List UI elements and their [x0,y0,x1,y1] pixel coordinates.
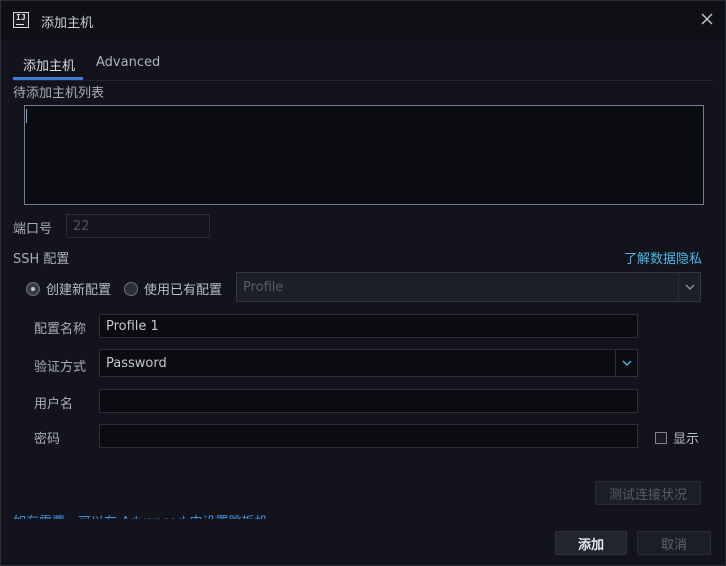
profile-select-value: Profile [243,279,284,295]
username-label: 用户名 [34,397,74,412]
text-caret [26,109,27,123]
port-label: 端口号 [13,222,53,237]
show-password-checkbox[interactable]: 显示 [655,428,699,447]
advanced-hint-text: 如有需要，可以在 Advanced 中设置跳板机 [13,511,267,519]
add-button[interactable]: 添加 [555,531,627,555]
chevron-down-icon [615,350,637,376]
privacy-link[interactable]: 了解数据隐私 [624,248,702,267]
auth-method-value: Password [106,355,167,371]
show-password-label: 显示 [673,432,700,447]
app-logo-text: IJ [16,13,26,22]
port-placeholder: 22 [73,218,90,234]
auth-method-label: 验证方式 [34,360,87,375]
ssh-section-label: SSH 配置 [13,252,70,267]
radio-checked-icon [26,281,40,296]
config-name-input[interactable]: Profile 1 [99,314,638,338]
hosts-textarea[interactable] [24,105,704,205]
chevron-down-icon [678,273,700,301]
port-input[interactable]: 22 [66,214,210,238]
radio-new-config[interactable]: 创建新配置 [26,279,111,298]
hosts-label: 待添加主机列表 [13,86,105,101]
app-logo-icon: IJ [13,12,29,28]
title-bar: IJ 添加主机 [1,1,725,40]
radio-unchecked-icon [124,281,138,296]
add-host-dialog: IJ 添加主机 添加主机 Advanced 待添加主机列表 端口号 22 SSH… [0,0,726,566]
radio-existing-config-label: 使用已有配置 [144,283,223,298]
username-input[interactable] [99,389,638,413]
tab-bar: 添加主机 Advanced [13,48,713,81]
config-name-label: 配置名称 [34,322,87,337]
profile-select[interactable]: Profile [236,272,701,302]
cancel-button[interactable]: 取消 [637,531,711,555]
checkbox-icon [655,431,667,444]
auth-method-select[interactable]: Password [99,349,638,377]
close-icon[interactable] [699,11,715,27]
config-name-value: Profile 1 [106,318,159,334]
radio-existing-config[interactable]: 使用已有配置 [124,279,222,298]
window-title: 添加主机 [41,16,94,31]
password-label: 密码 [34,432,61,447]
active-tab-indicator [13,77,83,80]
tab-advanced[interactable]: Advanced [96,55,160,70]
advanced-hint: 如有需要，可以在 Advanced 中设置跳板机 [13,511,313,519]
tab-add-host[interactable]: 添加主机 [23,55,75,74]
radio-new-config-label: 创建新配置 [46,283,112,298]
password-input[interactable] [99,424,638,448]
test-connection-button[interactable]: 测试连接状况 [595,481,701,505]
